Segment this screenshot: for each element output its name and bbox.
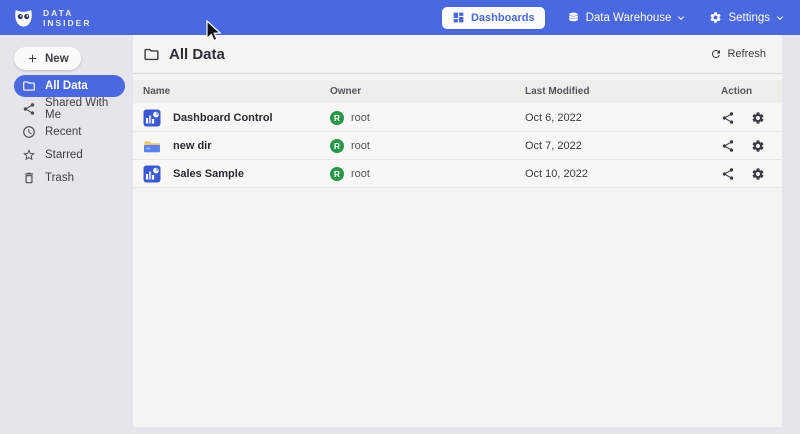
last-modified: Oct 6, 2022 — [525, 112, 721, 124]
refresh-icon — [710, 48, 722, 60]
file-type-icon — [143, 109, 161, 127]
file-name: new dir — [173, 140, 212, 152]
refresh-label: Refresh — [727, 48, 766, 60]
settings-label: Settings — [728, 12, 770, 24]
owner-name: root — [351, 112, 370, 124]
clock-icon — [22, 125, 36, 139]
owner-name: root — [351, 140, 370, 152]
column-header-name: Name — [143, 86, 330, 97]
share-icon — [721, 139, 735, 153]
gear-icon — [751, 139, 765, 153]
top-navbar: DATA INSIDER Dashboards Data Warehouse S… — [0, 0, 800, 35]
owl-logo-icon — [12, 6, 35, 29]
table-row[interactable]: new dir R root Oct 7, 2022 — [133, 132, 782, 160]
table-row[interactable]: Sales Sample R root Oct 10, 2022 — [133, 160, 782, 188]
owner-avatar: R — [330, 139, 344, 153]
owner-avatar: R — [330, 167, 344, 181]
file-name: Dashboard Control — [173, 112, 273, 124]
data-warehouse-button[interactable]: Data Warehouse — [567, 11, 688, 24]
sidebar-item-label: Trash — [45, 172, 74, 184]
data-warehouse-label: Data Warehouse — [586, 12, 672, 24]
folder-icon — [22, 79, 36, 93]
content-header: All Data Refresh — [133, 35, 782, 74]
dashboard-grid-icon — [452, 11, 465, 24]
column-header-owner: Owner — [330, 86, 525, 97]
main-content: All Data Refresh Name Owner Last Modifie… — [133, 35, 782, 427]
logo-text-line2: INSIDER — [43, 18, 91, 28]
sidebar-item-label: Recent — [45, 126, 81, 138]
table-row[interactable]: Dashboard Control R root Oct 6, 2022 — [133, 104, 782, 132]
share-button[interactable] — [721, 139, 735, 153]
dashboards-button[interactable]: Dashboards — [442, 7, 545, 29]
sidebar-item-all-data[interactable]: All Data — [14, 75, 125, 97]
dashboard-file-icon — [143, 109, 161, 127]
chevron-down-icon — [774, 12, 786, 24]
sidebar: New All Data Shared With Me Recent Starr… — [0, 35, 133, 434]
sidebar-item-recent[interactable]: Recent — [14, 121, 125, 143]
column-header-last-modified: Last Modified — [525, 86, 721, 97]
new-button-label: New — [45, 53, 69, 65]
column-header-action: Action — [721, 86, 782, 97]
trash-icon — [22, 171, 36, 185]
plus-icon — [26, 52, 39, 65]
row-settings-button[interactable] — [751, 167, 765, 181]
share-button[interactable] — [721, 167, 735, 181]
file-name: Sales Sample — [173, 168, 244, 180]
share-button[interactable] — [721, 111, 735, 125]
star-icon — [22, 148, 36, 162]
logo-text-line1: DATA — [43, 8, 91, 18]
file-type-icon — [143, 165, 161, 183]
sidebar-item-starred[interactable]: Starred — [14, 144, 125, 166]
file-type-icon — [143, 137, 161, 155]
sidebar-item-label: Shared With Me — [45, 97, 125, 121]
row-settings-button[interactable] — [751, 139, 765, 153]
sidebar-item-label: All Data — [45, 80, 88, 92]
sidebar-item-label: Starred — [45, 149, 83, 161]
dashboard-file-icon — [143, 165, 161, 183]
folder-file-icon — [143, 137, 161, 155]
sidebar-item-trash[interactable]: Trash — [14, 167, 125, 189]
new-button[interactable]: New — [14, 47, 81, 70]
database-icon — [567, 11, 580, 24]
settings-button[interactable]: Settings — [709, 11, 786, 24]
folder-icon — [143, 46, 160, 63]
app-logo: DATA INSIDER — [12, 6, 91, 29]
dashboards-label: Dashboards — [471, 12, 535, 24]
owner-name: root — [351, 168, 370, 180]
row-settings-button[interactable] — [751, 111, 765, 125]
table-header-row: Name Owner Last Modified Action — [133, 80, 782, 103]
last-modified: Oct 7, 2022 — [525, 140, 721, 152]
shared-icon — [22, 102, 36, 116]
gear-icon — [751, 167, 765, 181]
chevron-down-icon — [675, 12, 687, 24]
file-table: Name Owner Last Modified Action — [133, 80, 782, 188]
sidebar-item-shared-with-me[interactable]: Shared With Me — [14, 98, 125, 120]
share-icon — [721, 111, 735, 125]
share-icon — [721, 167, 735, 181]
refresh-button[interactable]: Refresh — [710, 48, 766, 60]
last-modified: Oct 10, 2022 — [525, 168, 721, 180]
gear-icon — [709, 11, 722, 24]
owner-avatar: R — [330, 111, 344, 125]
page-title: All Data — [169, 46, 225, 63]
gear-icon — [751, 111, 765, 125]
